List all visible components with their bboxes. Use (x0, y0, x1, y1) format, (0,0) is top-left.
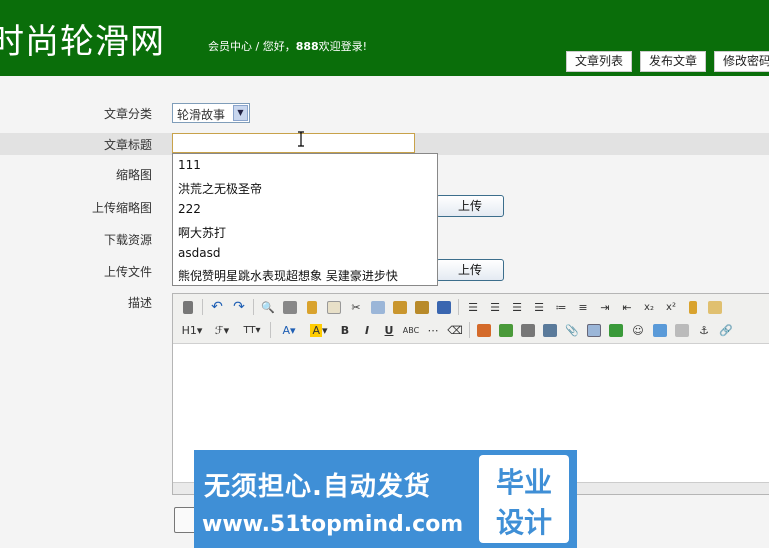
autocomplete-item[interactable]: 111 (178, 158, 201, 172)
preview-icon[interactable]: 🔍 (257, 297, 279, 317)
print-icon[interactable] (279, 297, 301, 317)
ordered-list-icon[interactable]: ≔ (550, 297, 572, 317)
welcome-suffix: 欢迎登录! (318, 40, 368, 53)
paste-text-icon[interactable] (411, 297, 433, 317)
anchor-icon[interactable]: ⚓ (693, 320, 715, 340)
redo-icon[interactable]: ↷ (228, 297, 250, 317)
upload-file-label: 上传文件 (104, 265, 153, 279)
link-icon[interactable]: 🔗 (715, 320, 737, 340)
welcome-prefix: 会员中心 / 您好， (208, 40, 296, 53)
heading-dropdown[interactable]: H1 ▾ (177, 320, 207, 340)
toolbar-row-1: ↶ ↷ 🔍 ✂ ☰ ☰ ☰ ☰ ≔ ≡ ⇥ ⇤ x₂ x² (177, 296, 726, 318)
text-cursor-icon (298, 131, 304, 147)
toolbar-divider (253, 299, 254, 315)
site-header: 时尚轮滑网 会员中心 / 您好，888欢迎登录! 文章列表 发布文章 修改密码 (0, 0, 769, 76)
subscript-icon[interactable]: x₂ (638, 297, 660, 317)
watermark-banner: 无须担心.自动发货 www.51topmind.com 毕业 设计 (194, 450, 577, 548)
nav-change-password-button[interactable]: 修改密码 (714, 51, 769, 72)
category-label: 文章分类 (104, 107, 153, 121)
font-family-dropdown[interactable]: ℱ ▾ (207, 320, 237, 340)
watermark-url: www.51topmind.com (202, 512, 464, 537)
horizontal-rule-icon[interactable]: ⋯ (422, 320, 444, 340)
media-icon[interactable] (539, 320, 561, 340)
font-label: ℱ (214, 323, 224, 337)
picture-icon[interactable] (649, 320, 671, 340)
title-input[interactable] (172, 133, 415, 153)
clear-format-icon[interactable] (682, 297, 704, 317)
cut-icon[interactable]: ✂ (345, 297, 367, 317)
align-center-icon[interactable]: ☰ (484, 297, 506, 317)
strikethrough-icon[interactable]: ABC (400, 320, 422, 340)
font-size-dropdown[interactable]: TT ▾ (237, 320, 267, 340)
attachment-icon[interactable]: 📎 (561, 320, 583, 340)
align-right-icon[interactable]: ☰ (506, 297, 528, 317)
autocomplete-item[interactable]: 洪荒之无极圣帝 (178, 180, 262, 197)
download-resource-label: 下载资源 (104, 233, 153, 247)
copy-icon[interactable] (367, 297, 389, 317)
thumbnail-label: 缩略图 (116, 168, 153, 182)
toolbar-divider (270, 322, 271, 338)
upload-thumbnail-button[interactable]: 上传 (436, 195, 504, 217)
multi-image-icon[interactable] (495, 320, 517, 340)
watermark-badge-line2: 设计 (495, 506, 552, 539)
code-icon[interactable] (323, 297, 345, 317)
welcome-text: 会员中心 / 您好，888欢迎登录! (208, 38, 367, 54)
bold-icon[interactable]: B (334, 320, 356, 340)
heading-label: H1 (181, 323, 197, 337)
paste-icon[interactable] (389, 297, 411, 317)
font-color-icon[interactable]: A▾ (274, 320, 304, 340)
nav-article-list-button[interactable]: 文章列表 (566, 51, 632, 72)
toolbar-divider (202, 299, 203, 315)
insert-row-icon[interactable] (605, 320, 627, 340)
watermark-badge: 毕业 设计 (479, 455, 569, 543)
autocomplete-item[interactable]: 啊大苏打 (178, 224, 226, 241)
watermark-text: 无须担心.自动发货 (204, 472, 431, 502)
align-justify-icon[interactable]: ☰ (528, 297, 550, 317)
template-icon[interactable] (301, 297, 323, 317)
outdent-icon[interactable]: ⇤ (616, 297, 638, 317)
toolbar-divider (458, 299, 459, 315)
emoticon-icon[interactable]: ☺ (627, 320, 649, 340)
description-label: 描述 (128, 296, 153, 310)
align-left-icon[interactable]: ☰ (462, 297, 484, 317)
unordered-list-icon[interactable]: ≡ (572, 297, 594, 317)
autocomplete-item[interactable]: 222 (178, 202, 201, 216)
username: 888 (295, 40, 319, 53)
chevron-down-icon[interactable]: ▼ (233, 105, 248, 121)
source-icon[interactable] (177, 297, 199, 317)
autocomplete-item[interactable]: 熊倪赞明星跳水表现超想象 吴建豪进步快 (178, 267, 398, 284)
upload-thumbnail-label: 上传缩略图 (92, 201, 153, 215)
italic-icon[interactable]: I (356, 320, 378, 340)
title-autocomplete-list: 111 洪荒之无极圣帝 222 啊大苏打 asdasd 熊倪赞明星跳水表现超想象… (172, 153, 438, 286)
category-select-value: 轮滑故事 (177, 108, 226, 122)
superscript-icon[interactable]: x² (660, 297, 682, 317)
watermark-badge-line1: 毕业 (495, 466, 552, 499)
editor-toolbar: ↶ ↷ 🔍 ✂ ☰ ☰ ☰ ☰ ≔ ≡ ⇥ ⇤ x₂ x² H1 ▾ ℱ ▾ T… (173, 294, 769, 344)
paste-word-icon[interactable] (433, 297, 455, 317)
underline-icon[interactable]: U (378, 320, 400, 340)
title-label: 文章标题 (104, 138, 153, 152)
autocomplete-item[interactable]: asdasd (178, 246, 220, 260)
toolbar-divider (469, 322, 470, 338)
size-label: TT (243, 324, 256, 336)
table-icon[interactable] (583, 320, 605, 340)
flash-icon[interactable] (517, 320, 539, 340)
undo-icon[interactable]: ↶ (206, 297, 228, 317)
category-select[interactable]: 轮滑故事 ▼ (172, 103, 250, 123)
pagebreak-icon[interactable] (671, 320, 693, 340)
toolbar-row-2: H1 ▾ ℱ ▾ TT ▾ A▾ A ▾ B I U ABC ⋯ ⌫ 📎 ☺ ⚓ 🔗 (177, 319, 737, 341)
eraser-icon[interactable]: ⌫ (444, 320, 466, 340)
highlight-color-icon[interactable]: A ▾ (304, 320, 334, 340)
upload-file-button[interactable]: 上传 (436, 259, 504, 281)
site-logo: 时尚轮滑网 (0, 22, 165, 62)
image-icon[interactable] (473, 320, 495, 340)
select-all-icon[interactable] (704, 297, 726, 317)
nav-publish-article-button[interactable]: 发布文章 (640, 51, 706, 72)
indent-icon[interactable]: ⇥ (594, 297, 616, 317)
